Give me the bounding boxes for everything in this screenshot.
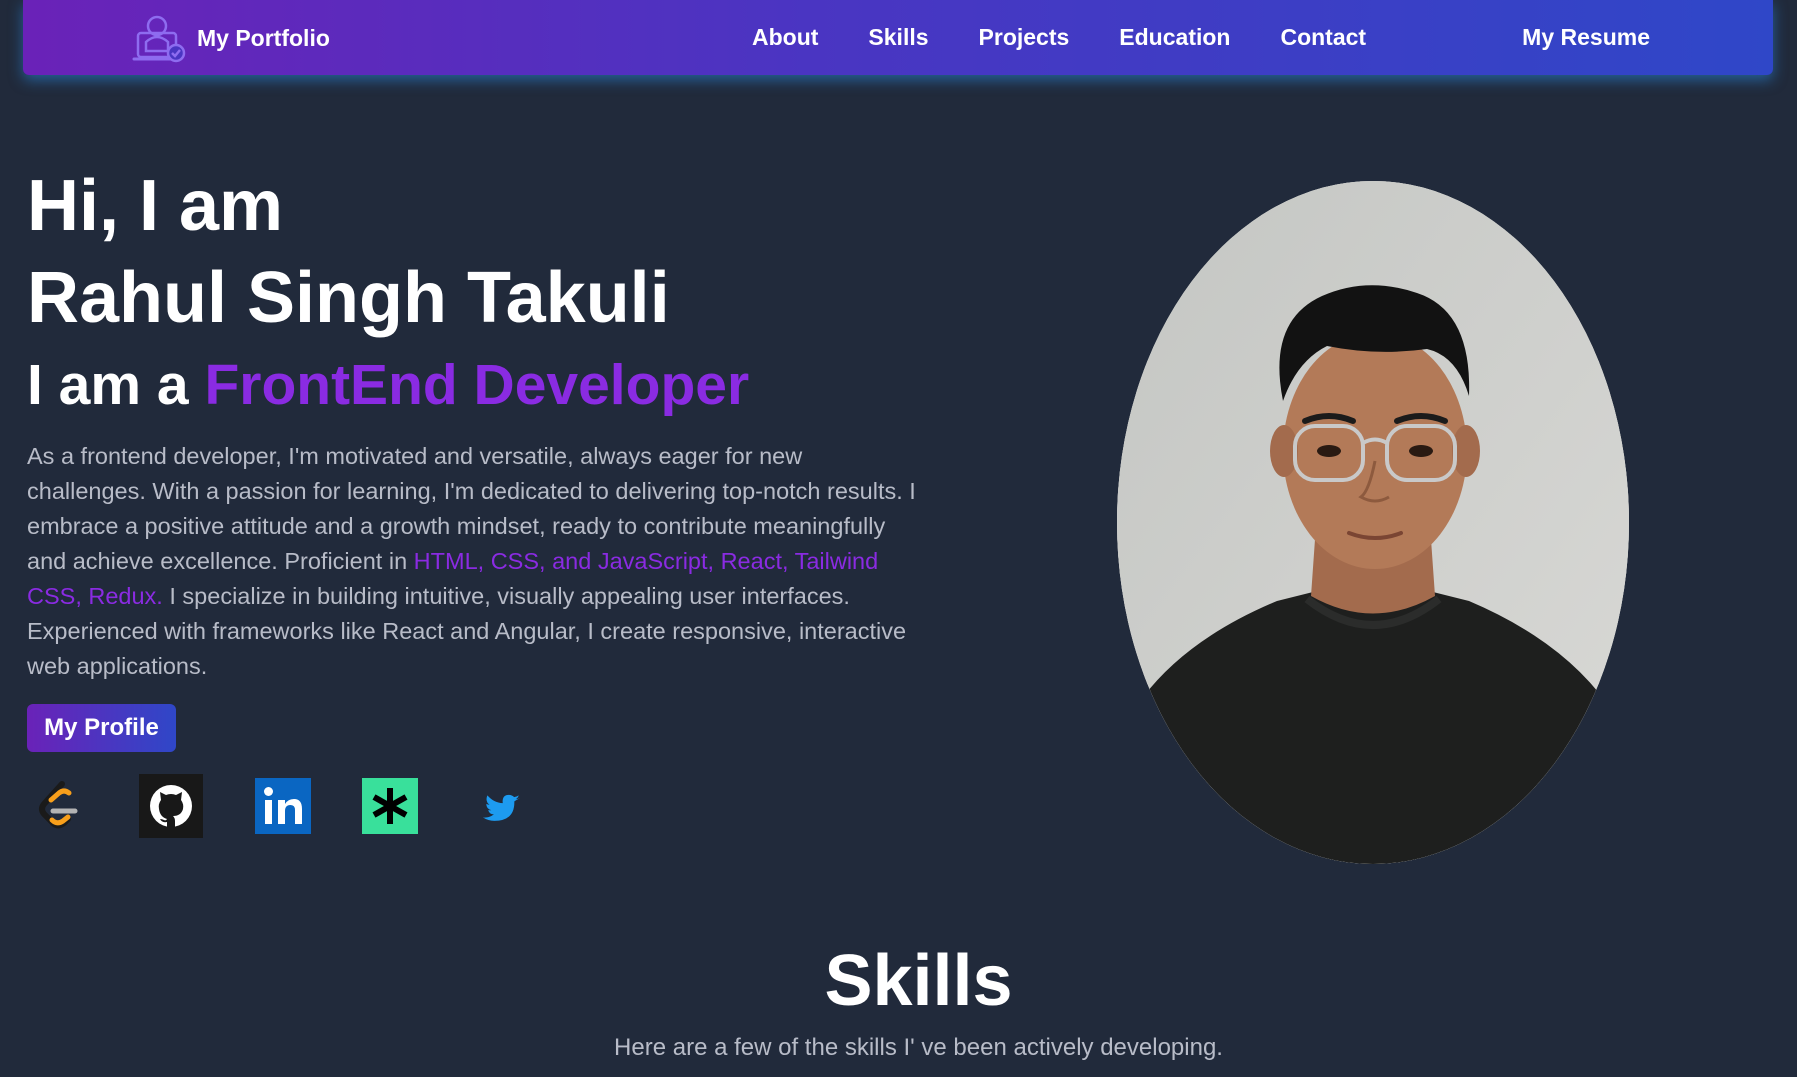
developer-laptop-icon (132, 15, 186, 63)
skills-subtitle: Here are a few of the skills I' ve been … (614, 1034, 1223, 1061)
profile-photo (1117, 181, 1629, 864)
brand-name: My Portfolio (197, 24, 330, 51)
linktree-icon[interactable] (358, 774, 422, 838)
my-profile-button[interactable]: My Profile (27, 704, 176, 752)
nav-link-skills[interactable]: Skills (868, 24, 928, 51)
hero-section: Hi, I am Rahul Singh Takuli I am a Front… (27, 160, 917, 684)
hero-role: I am a FrontEnd Developer (27, 346, 917, 424)
nav-link-education[interactable]: Education (1119, 24, 1230, 51)
nav-link-projects[interactable]: Projects (979, 24, 1070, 51)
hero-name: Rahul Singh Takuli (27, 258, 670, 338)
nav-link-about[interactable]: About (752, 24, 818, 51)
nav-link-contact[interactable]: Contact (1280, 24, 1366, 51)
nav-links: About Skills Projects Education Contact (752, 0, 1416, 75)
hero-bio: As a frontend developer, I'm motivated a… (27, 439, 927, 684)
greeting: Hi, I am (27, 166, 284, 246)
role-prefix: I am a (27, 353, 205, 417)
leetcode-icon[interactable] (27, 774, 91, 838)
brand-link[interactable]: My Portfolio (131, 9, 330, 67)
github-icon[interactable] (139, 774, 203, 838)
skills-title: Skills (824, 941, 1013, 1021)
linkedin-icon[interactable] (251, 774, 315, 838)
resume-link[interactable]: My Resume (1522, 0, 1650, 75)
role-title: FrontEnd Developer (204, 353, 750, 417)
navbar: My Portfolio About Skills Projects Educa… (23, 0, 1773, 75)
twitter-icon[interactable] (470, 774, 534, 838)
